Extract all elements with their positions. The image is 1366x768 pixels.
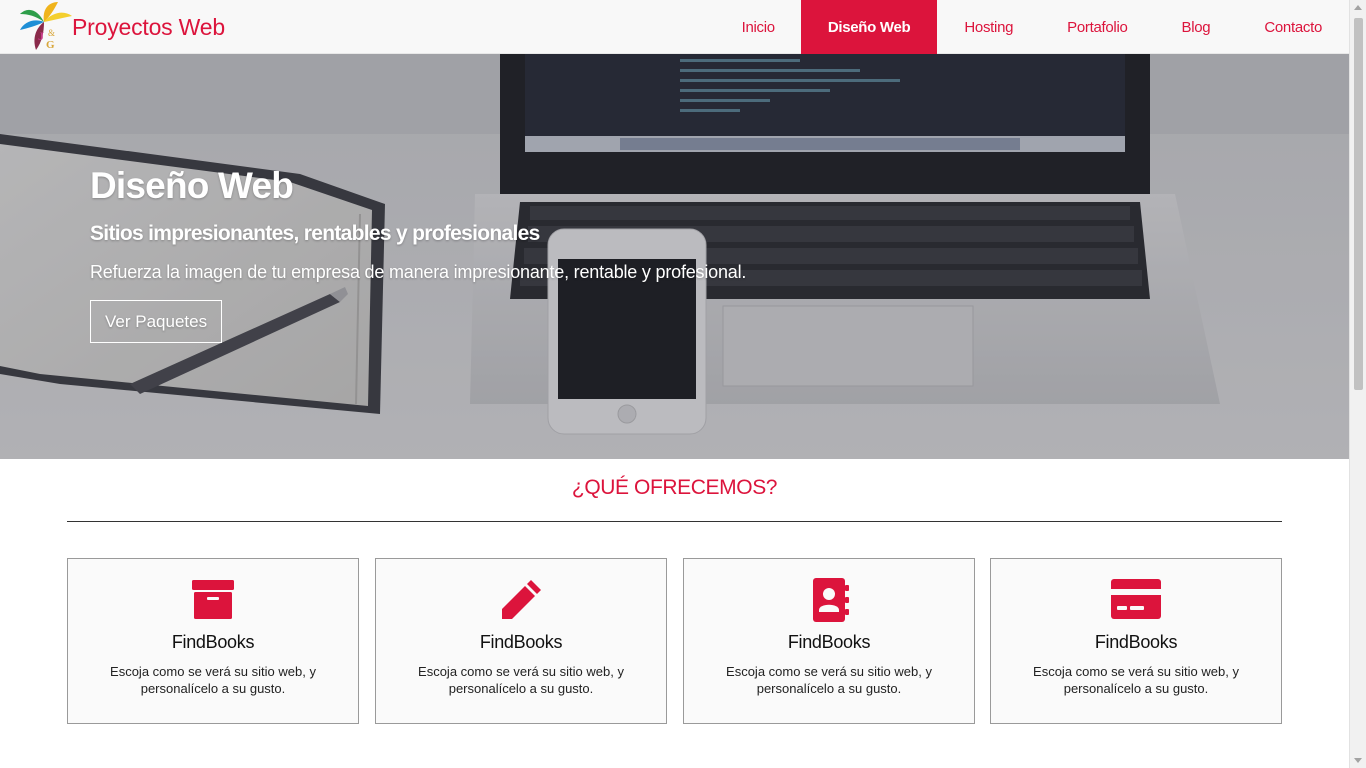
nav-contacto[interactable]: Contacto (1237, 0, 1349, 54)
hero-subtitle: Sitios impresionantes, rentables y profe… (90, 222, 540, 245)
brand-logo: J & G (16, 0, 72, 54)
nav-inicio[interactable]: Inicio (716, 0, 801, 54)
credit-card-icon (1111, 577, 1161, 623)
card-title: FindBooks (787, 632, 871, 652)
vertical-scrollbar[interactable] (1349, 0, 1366, 768)
top-navbar: J & G Proyectos Web Inicio Diseño Web Ho… (0, 0, 1349, 54)
section-divider (67, 521, 1282, 522)
hero-banner: Diseño Web Sitios impresionantes, rentab… (0, 54, 1349, 459)
card-title: FindBooks (1094, 632, 1178, 652)
svg-text:J: J (38, 29, 44, 43)
hero-title: Diseño Web (90, 165, 294, 206)
card-text: Escoja como se verá su sitio web, y pers… (418, 664, 624, 696)
scroll-up-icon[interactable] (1354, 5, 1362, 10)
offer-card: FindBooks Escoja como se verá su sitio w… (683, 558, 975, 724)
offer-section-title: ¿QUÉ OFRECEMOS? (571, 476, 778, 499)
card-text: Escoja como se verá su sitio web, y pers… (110, 664, 316, 696)
archive-box-icon (190, 577, 236, 623)
nav-blog[interactable]: Blog (1155, 0, 1238, 54)
offer-card: FindBooks Escoja como se verá su sitio w… (375, 558, 667, 724)
hero-description: Refuerza la imagen de tu empresa de mane… (90, 262, 747, 282)
nav-diseno-web[interactable]: Diseño Web (800, 0, 938, 54)
card-title: FindBooks (479, 632, 563, 652)
svg-text:G: G (46, 39, 55, 51)
svg-text:&: & (48, 28, 55, 38)
brand-home-link[interactable]: J & G Proyectos Web (16, 0, 225, 54)
page: J & G Proyectos Web Inicio Diseño Web Ho… (0, 0, 1349, 768)
main-nav: Inicio Diseño Web Hosting Portafolio Blo… (716, 0, 1349, 54)
offer-card: FindBooks Escoja como se verá su sitio w… (990, 558, 1282, 724)
offer-cards: FindBooks Escoja como se verá su sitio w… (67, 558, 1282, 724)
address-book-icon (806, 577, 852, 623)
offer-card: FindBooks Escoja como se verá su sitio w… (67, 558, 359, 724)
scrollbar-thumb[interactable] (1354, 18, 1363, 390)
nav-portafolio[interactable]: Portafolio (1040, 0, 1154, 54)
card-text: Escoja como se verá su sitio web, y pers… (1033, 664, 1239, 696)
brand-name: Proyectos Web (72, 13, 225, 40)
scroll-down-icon[interactable] (1354, 758, 1362, 763)
nav-hosting[interactable]: Hosting (937, 0, 1040, 54)
card-text: Escoja como se verá su sitio web, y pers… (726, 664, 932, 696)
pencil-icon (498, 577, 544, 623)
hero-content: Diseño Web Sitios impresionantes, rentab… (90, 164, 746, 343)
card-title: FindBooks (171, 632, 255, 652)
ver-paquetes-button[interactable]: Ver Paquetes (90, 300, 223, 343)
